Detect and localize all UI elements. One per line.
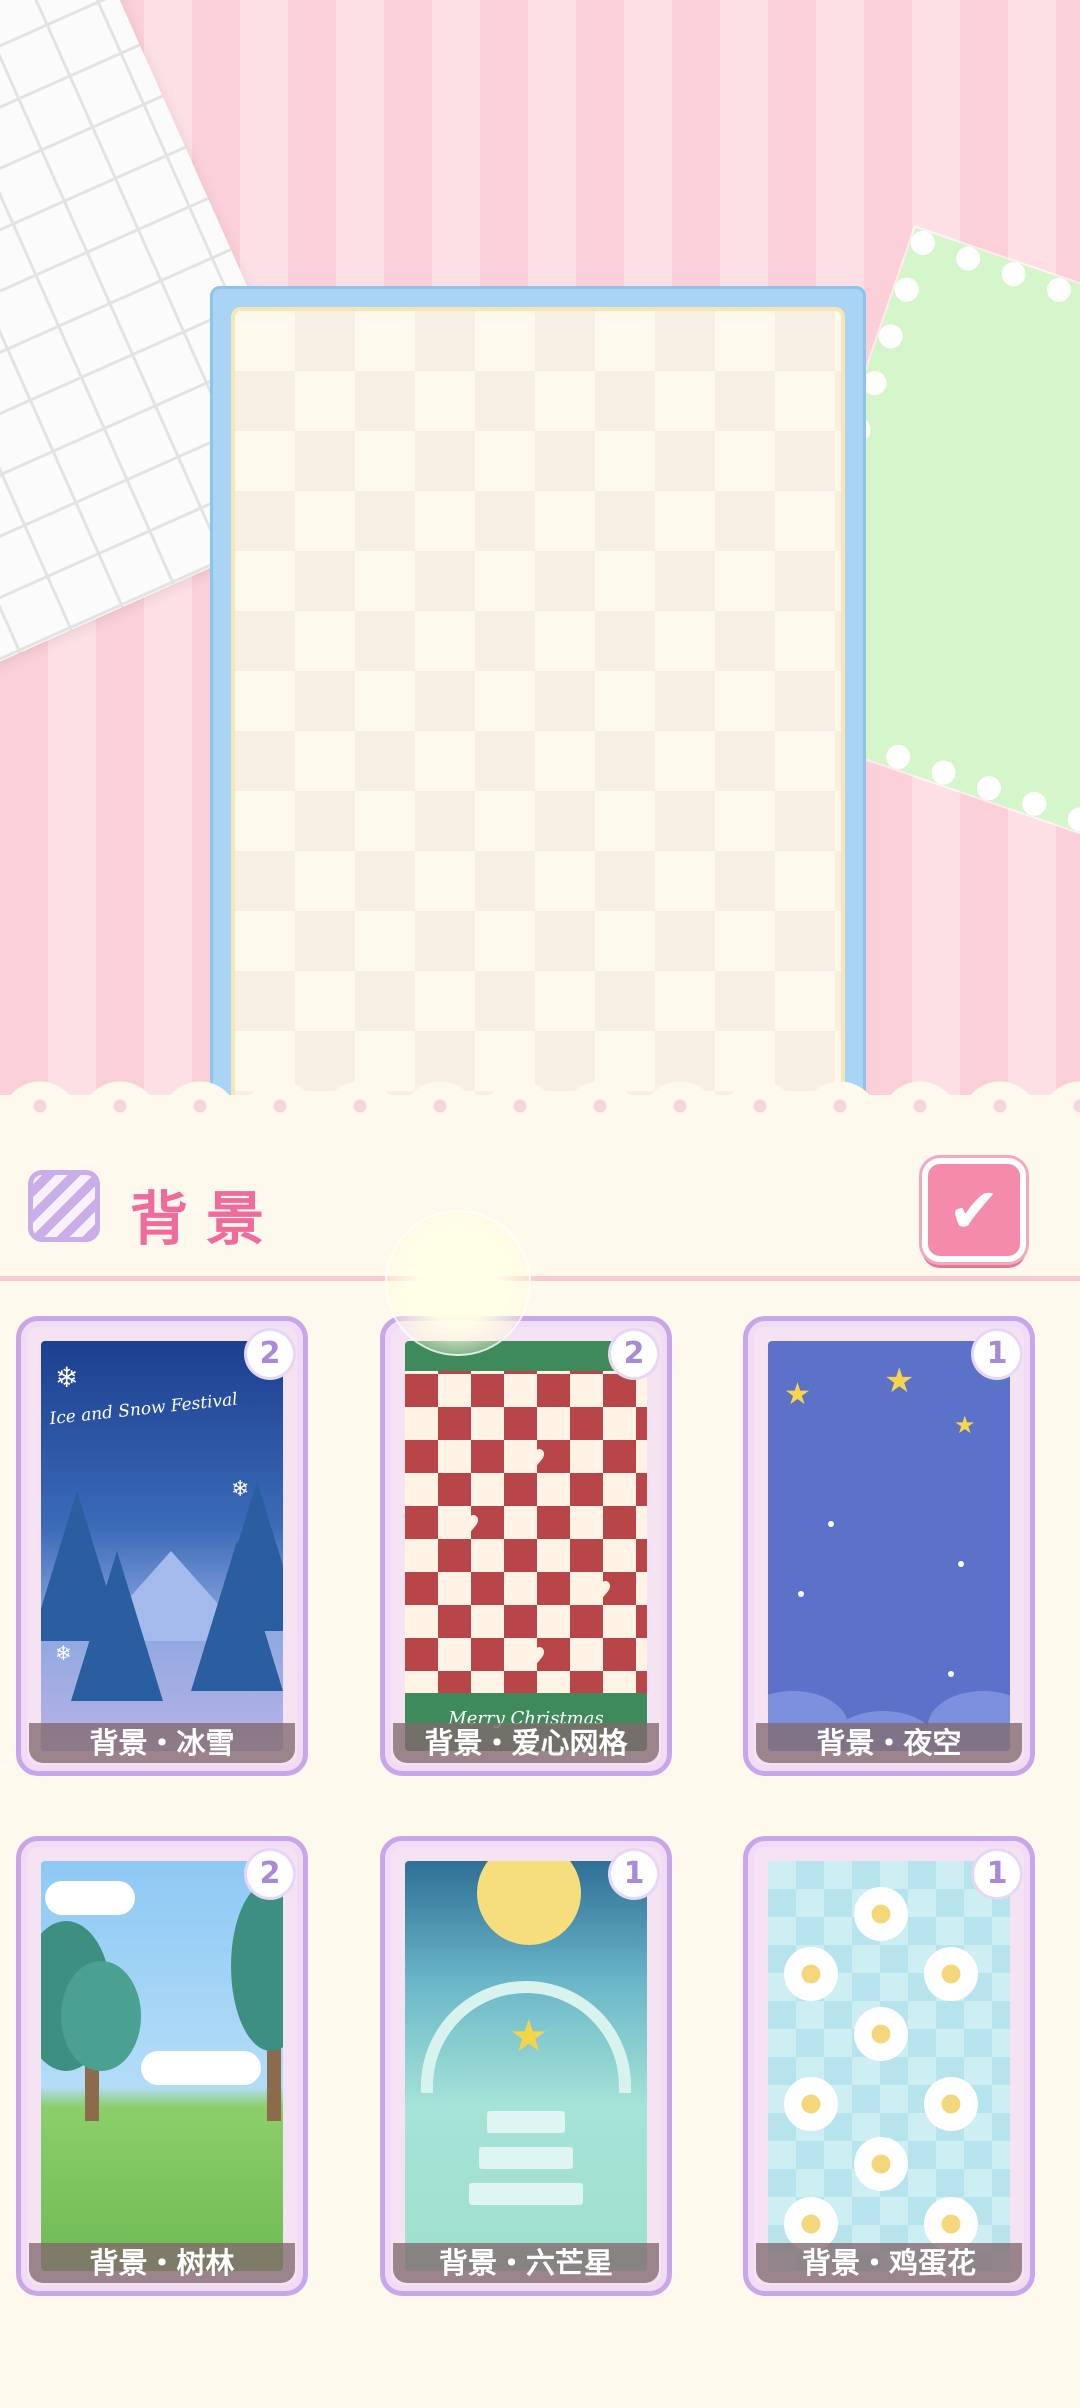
background-card-frangipani[interactable]: 1 背景・鸡蛋花 [743, 1836, 1035, 2296]
star-icon: ★ [784, 1377, 811, 1412]
checkmark-icon: ✔ [948, 1173, 1000, 1247]
background-card-heart-grid[interactable]: ♥ ♥ ♥ ♥ Merry Christmas 2 背景・爱心网格 [380, 1316, 672, 1776]
card-label: 背景・夜空 [756, 1723, 1022, 1763]
flower-icon [788, 1951, 834, 1997]
flower-icon [788, 2081, 834, 2127]
heart-icon: ♥ [457, 1511, 481, 1541]
card-art-forest [41, 1861, 283, 2271]
dots-decoration [0, 1098, 1080, 1114]
panel-title: 背景 [130, 1185, 283, 1253]
star-icon: ★ [884, 1361, 915, 1401]
card-art-heart-grid: ♥ ♥ ♥ ♥ Merry Christmas [405, 1341, 647, 1751]
count-badge: 1 [974, 1331, 1020, 1377]
card-art-frangipani [768, 1861, 1010, 2271]
background-card-night-sky[interactable]: ★ ★ ★ 1 背景・夜空 [743, 1316, 1035, 1776]
star-icon: ★ [954, 1411, 976, 1439]
card-label: 背景・树林 [29, 2243, 295, 2283]
confirm-button[interactable]: ✔ [922, 1158, 1026, 1262]
card-label: 背景・爱心网格 [393, 1723, 659, 1763]
snowflake-icon: ❄ [231, 1477, 250, 1502]
card-art-hexagram: ★ [405, 1861, 647, 2271]
card-art-night-sky: ★ ★ ★ [768, 1341, 1010, 1751]
card-art-text: Ice and Snow Festival [48, 1389, 239, 1430]
heart-icon: ♥ [589, 1577, 613, 1607]
card-label: 背景・冰雪 [29, 1723, 295, 1763]
count-badge: 2 [247, 1851, 293, 1897]
snowflake-icon: ❄ [55, 1361, 79, 1394]
background-card-hexagram[interactable]: ★ 1 背景・六芒星 [380, 1836, 672, 2296]
flower-icon [858, 1891, 904, 1937]
count-badge: 2 [247, 1331, 293, 1377]
card-label: 背景・六芒星 [393, 2243, 659, 2283]
flower-icon [788, 2201, 834, 2247]
card-label: 背景・鸡蛋花 [756, 2243, 1022, 2283]
count-badge: 2 [611, 1331, 657, 1377]
heart-icon: ♥ [523, 1445, 547, 1475]
preview-canvas [231, 307, 845, 1100]
heart-icon: ♥ [523, 1643, 547, 1673]
preview-area [0, 0, 1080, 1100]
flower-icon [858, 2141, 904, 2187]
striped-background-icon [28, 1170, 100, 1242]
panel-header: 背景 ✔ [0, 1130, 1080, 1280]
card-art-ice-snow: ❄ ❄ ❄ Ice and Snow Festival [41, 1341, 283, 1751]
count-badge: 1 [611, 1851, 657, 1897]
sun-icon [477, 1861, 581, 1945]
header-divider [0, 1276, 1080, 1281]
count-badge: 1 [974, 1851, 1020, 1897]
sparkle-glow-decoration [385, 1210, 531, 1356]
preview-frame [210, 286, 866, 1100]
background-card-forest[interactable]: 2 背景・树林 [16, 1836, 308, 2296]
flower-icon [928, 1951, 974, 1997]
background-card-ice-snow[interactable]: ❄ ❄ ❄ Ice and Snow Festival 2 背景・冰雪 [16, 1316, 308, 1776]
flower-icon [928, 2201, 974, 2247]
flower-icon [858, 2011, 904, 2057]
star-icon: ★ [509, 2011, 549, 2062]
snowflake-icon: ❄ [55, 1641, 72, 1665]
flower-icon [928, 2081, 974, 2127]
